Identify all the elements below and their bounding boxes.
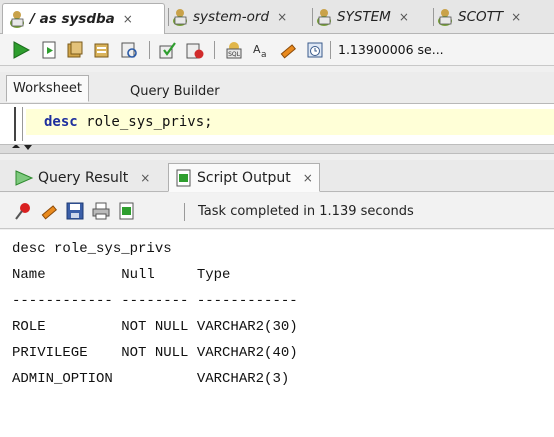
connection-tab-label: SCOTT: [458, 9, 504, 25]
task-status: Task completed in 1.139 seconds: [198, 204, 414, 219]
result-tab-bar: Query Result × Script Output ×: [0, 160, 554, 192]
commit-icon[interactable]: [159, 41, 177, 59]
output-line: ------------ -------- ------------: [12, 293, 298, 309]
explain-plan-icon[interactable]: [93, 41, 111, 59]
tab-label: Query Result: [38, 169, 129, 186]
save-icon[interactable]: [66, 202, 84, 220]
output-line: ROLE NOT NULL VARCHAR2(30): [12, 319, 298, 335]
pin-icon[interactable]: [14, 202, 32, 220]
editor-gutter: [14, 107, 16, 141]
play-icon: [15, 169, 34, 186]
rollback-icon[interactable]: [186, 41, 204, 59]
toolbar-divider: [214, 41, 215, 59]
tab-query-builder[interactable]: Query Builder: [124, 78, 226, 104]
sql-editor[interactable]: desc role_sys_privs;: [0, 104, 554, 144]
sql-text: role_sys_privs;: [77, 114, 213, 130]
toolbar-divider: [330, 41, 331, 59]
svg-text:A: A: [253, 43, 261, 56]
sql-connection-icon: [437, 8, 455, 26]
output-toolbar: Task completed in 1.139 seconds: [0, 193, 554, 229]
script-icon: [176, 169, 191, 186]
script-output-pane[interactable]: desc role_sys_privs Name Null Type -----…: [0, 230, 554, 437]
svg-text:SQL: SQL: [228, 51, 241, 58]
connection-tab-bar: / as sysdba × system-ord × SYSTEM × SCOT…: [0, 0, 554, 34]
pane-splitter[interactable]: [0, 144, 554, 154]
close-icon[interactable]: ×: [511, 10, 521, 24]
tab-query-result[interactable]: Query Result ×: [8, 163, 156, 192]
toolbar-divider: [184, 203, 185, 221]
tab-worksheet[interactable]: Worksheet: [6, 75, 90, 102]
connection-tab-system-ord[interactable]: system-ord ×: [172, 3, 287, 31]
connection-tab-label: / as sysdba: [30, 11, 115, 27]
autotrace-icon[interactable]: [66, 41, 84, 59]
editor-gutter-line: [22, 107, 23, 141]
unshared-sql-icon[interactable]: SQL: [225, 41, 243, 59]
print-icon[interactable]: [92, 202, 110, 220]
close-icon[interactable]: ×: [123, 12, 133, 26]
tab-script-output[interactable]: Script Output ×: [168, 163, 320, 192]
output-line: desc role_sys_privs: [12, 241, 172, 257]
svg-text:a: a: [261, 50, 267, 59]
sql-keyword: desc: [44, 114, 78, 130]
sql-connection-icon: [172, 8, 190, 26]
worksheet-toolbar: SQL Aa 1.13900006 se...: [0, 34, 554, 66]
close-icon[interactable]: ×: [140, 171, 150, 185]
run-script-icon[interactable]: [40, 41, 58, 59]
to-upper-icon[interactable]: Aa: [252, 41, 270, 60]
connection-tab-label: system-ord: [193, 9, 270, 25]
tab-divider: [168, 8, 169, 26]
output-line: PRIVILEGE NOT NULL VARCHAR2(40): [12, 345, 298, 361]
connection-tab-system[interactable]: SYSTEM ×: [316, 3, 409, 31]
sql-connection-icon: [316, 8, 334, 26]
close-icon[interactable]: ×: [277, 10, 287, 24]
clear-icon[interactable]: [279, 41, 297, 59]
close-icon[interactable]: ×: [303, 171, 313, 185]
close-icon[interactable]: ×: [399, 10, 409, 24]
script-output-icon[interactable]: [118, 202, 136, 220]
output-line: Name Null Type: [12, 267, 231, 283]
output-line: ADMIN_OPTION VARCHAR2(3): [12, 371, 290, 387]
execution-time: 1.13900006 se...: [338, 42, 444, 57]
history-icon[interactable]: [306, 41, 324, 59]
editor-line[interactable]: desc role_sys_privs;: [26, 109, 554, 135]
sql-tuning-icon[interactable]: [120, 41, 138, 59]
tab-divider: [312, 8, 313, 26]
toolbar-divider: [149, 41, 150, 59]
tab-divider: [433, 8, 434, 26]
tab-label: Script Output: [197, 169, 291, 186]
clear-output-icon[interactable]: [40, 202, 58, 220]
worksheet-tab-bar: Worksheet Query Builder: [0, 72, 554, 104]
collapse-arrows-icon[interactable]: [12, 145, 52, 153]
connection-tab-sysdba[interactable]: / as sysdba ×: [2, 3, 165, 34]
connection-tab-label: SYSTEM: [337, 9, 391, 25]
connection-tab-scott[interactable]: SCOTT ×: [437, 3, 521, 31]
sql-connection-icon: [9, 10, 27, 28]
run-statement-icon[interactable]: [12, 41, 31, 59]
